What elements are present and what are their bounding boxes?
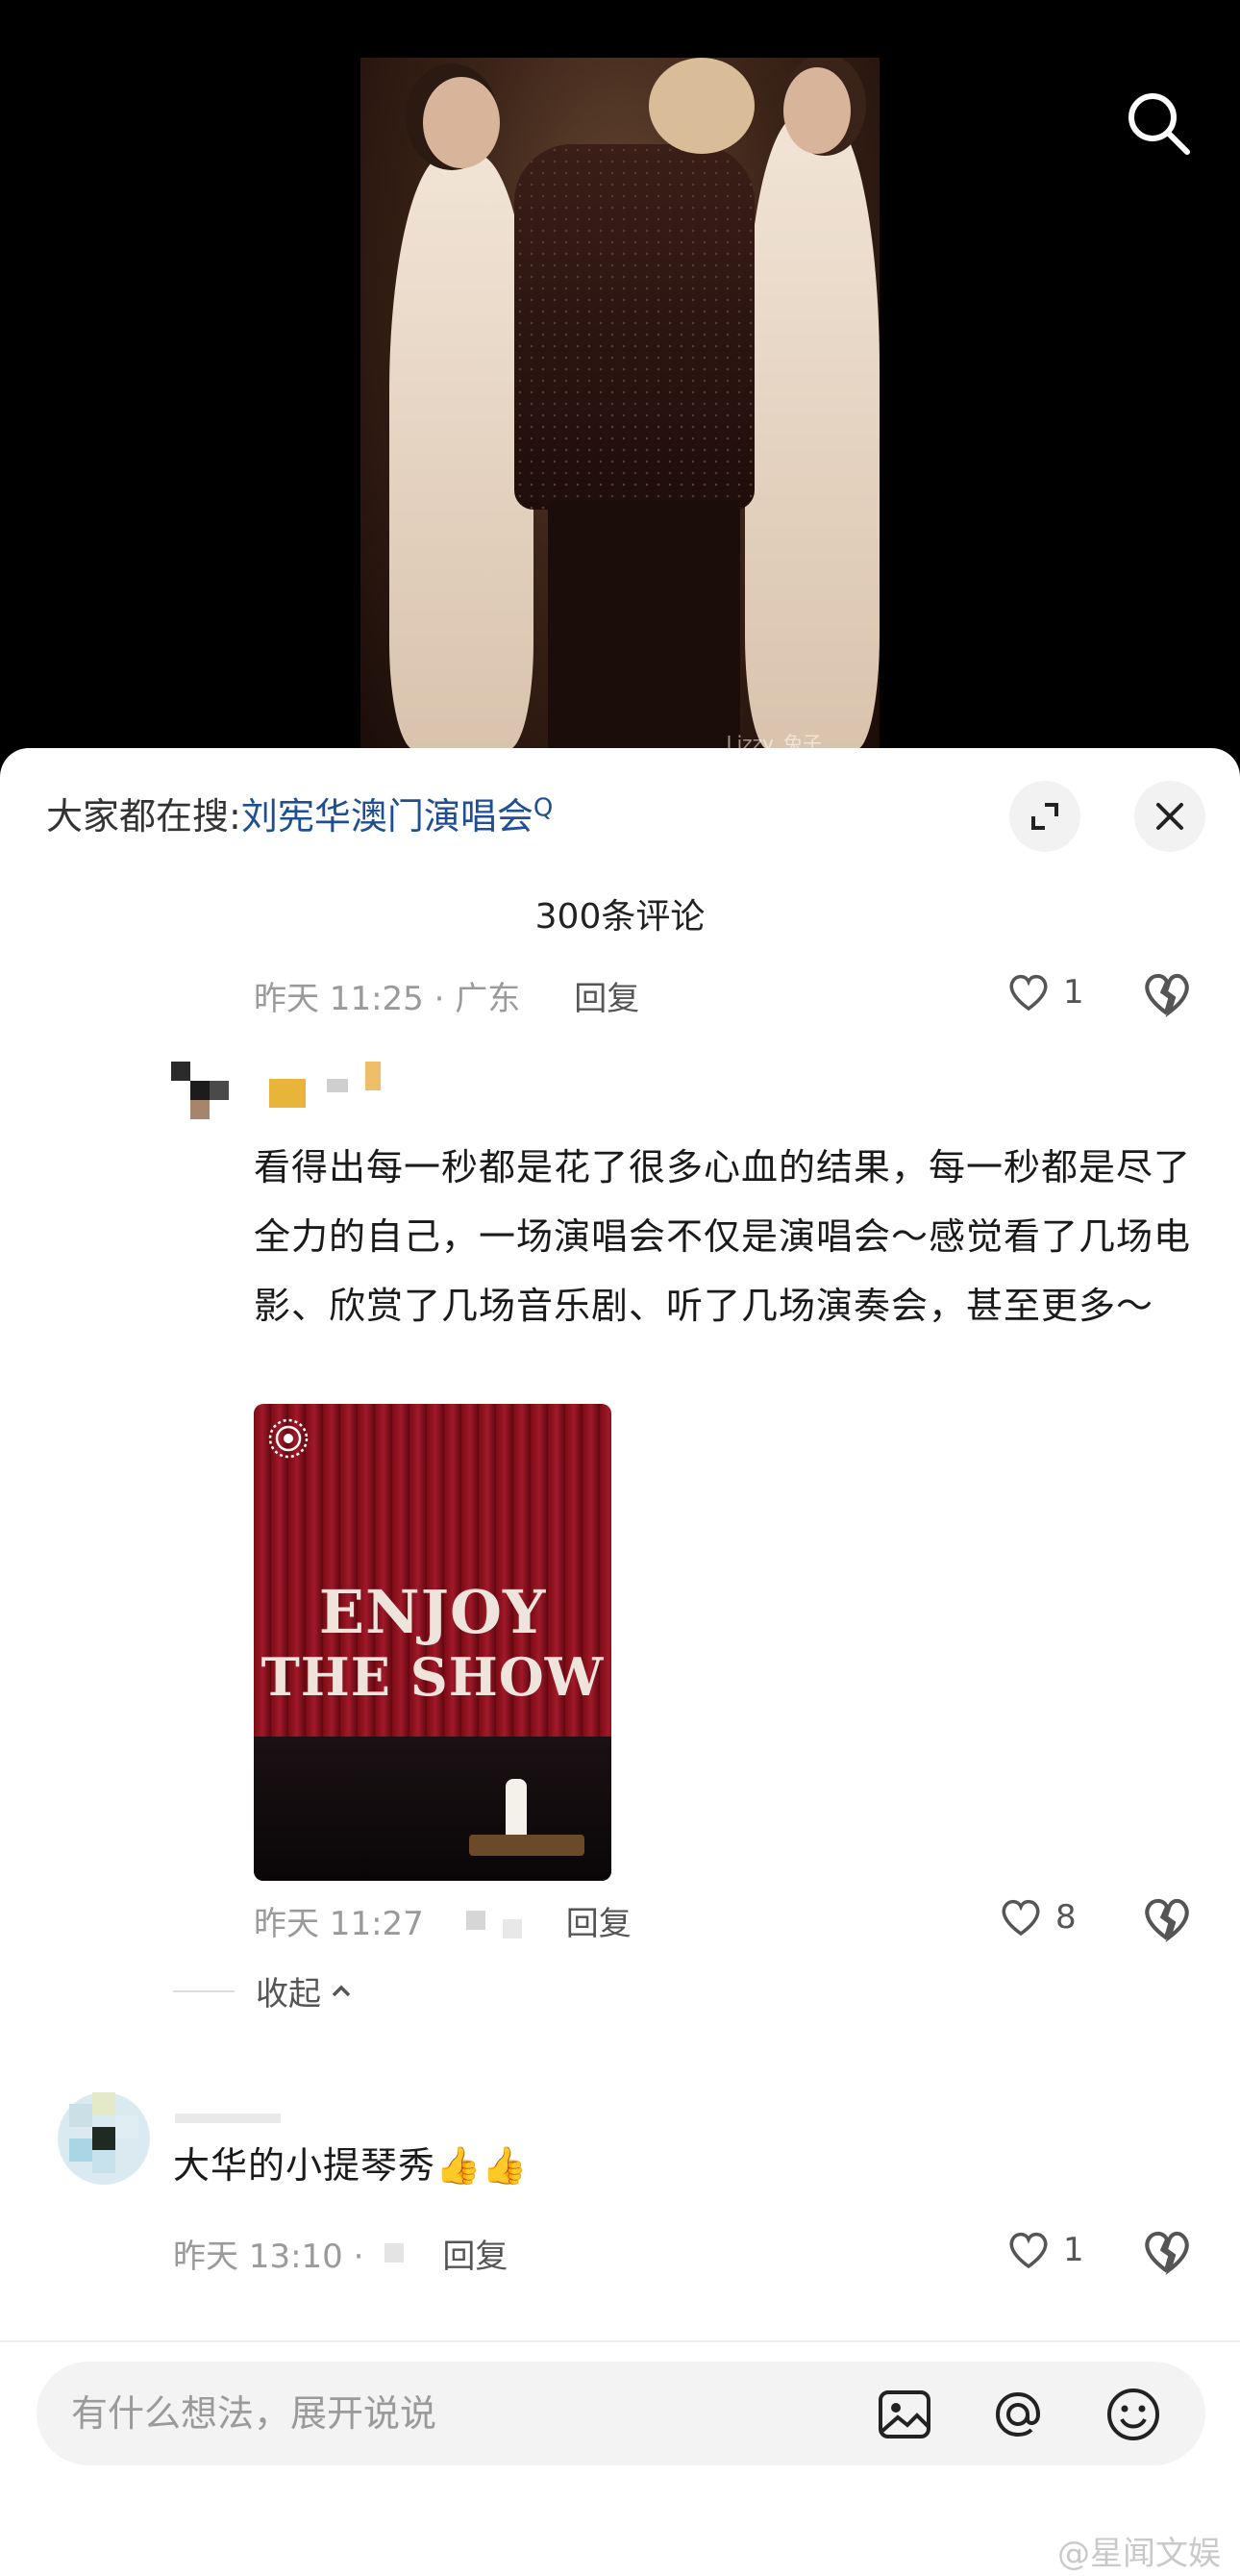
dancer-left — [389, 154, 533, 750]
hot-search-bar[interactable]: 大家都在搜:刘宪华澳门演唱会Q — [46, 787, 553, 839]
username-pixelated[interactable] — [175, 2113, 290, 2127]
heart-icon — [1009, 974, 1048, 1012]
comment-image[interactable]: ENJOY THE SHOW — [254, 1404, 611, 1881]
expand-icon — [1031, 803, 1058, 830]
broken-heart-icon — [1145, 1898, 1189, 1943]
like-count: 8 — [1055, 1898, 1077, 1937]
stage-floor — [254, 1737, 611, 1881]
image-caption-line2: THE SHOW — [260, 1646, 605, 1708]
search-icon — [1128, 93, 1190, 155]
page-watermark: @星闻文娱 — [1057, 2535, 1221, 2573]
reply-button[interactable]: 回复 — [574, 972, 639, 1019]
avatar[interactable] — [171, 1062, 231, 1121]
comment-input-box[interactable] — [37, 2362, 1205, 2465]
collapse-divider — [173, 1989, 235, 1992]
performer-jacket — [514, 144, 755, 510]
close-button[interactable] — [1134, 781, 1205, 852]
comment-text: 大华的小提琴秀👍👍 — [173, 2144, 529, 2187]
comment-count: 300条评论 — [534, 897, 706, 937]
video-frame[interactable]: Lizzy_兔子 — [360, 58, 880, 769]
reply-button[interactable]: 回复 — [442, 2230, 508, 2277]
collapse-label: 收起 — [256, 1975, 321, 2013]
performer-hair — [649, 58, 755, 154]
expand-button[interactable] — [1009, 781, 1080, 852]
like-button[interactable]: 8 — [998, 1894, 1077, 1940]
location-pixelated — [384, 2243, 405, 2263]
collapse-replies[interactable]: 收起 — [173, 1967, 356, 2014]
broken-heart-icon — [1145, 2231, 1189, 2276]
performer-trousers — [548, 500, 740, 769]
image-icon[interactable] — [875, 2385, 934, 2444]
reply-time: 昨天 11:27 — [254, 1904, 424, 1943]
bottom-divider — [0, 2340, 1240, 2342]
like-count: 1 — [1063, 2231, 1084, 2269]
dislike-button[interactable] — [1140, 967, 1194, 1021]
close-icon — [1156, 803, 1183, 830]
stage-piano — [469, 1835, 584, 1856]
dislike-button[interactable] — [1140, 2225, 1194, 2279]
username-pixelated[interactable] — [269, 1062, 384, 1110]
like-button[interactable]: 1 — [1005, 2227, 1084, 2273]
hot-search-link[interactable]: 刘宪华澳门演唱会 — [241, 795, 533, 838]
dancer-left-head — [423, 77, 500, 168]
image-caption-line1: ENJOY — [318, 1577, 547, 1647]
like-button[interactable]: 1 — [1005, 969, 1084, 1015]
location-pixelated — [502, 1919, 522, 1938]
dancer-right — [745, 115, 880, 750]
comment-time: 昨天 13:10 · — [173, 2237, 364, 2276]
avatar[interactable] — [58, 2092, 150, 2185]
heart-icon — [1009, 2232, 1048, 2269]
sheet-header: 大家都在搜:刘宪华澳门演唱会Q — [0, 748, 1240, 883]
dancer-right-head — [783, 67, 851, 154]
comment-sheet: 大家都在搜:刘宪华澳门演唱会Q 300条评论 昨天 11:25 · 广东 回复 … — [0, 748, 1240, 2576]
search-button[interactable] — [1120, 85, 1197, 162]
chevron-up-icon — [332, 1985, 351, 1996]
reply-meta-row: 昨天 11:27 回复 — [254, 1896, 632, 1944]
like-count: 1 — [1063, 973, 1084, 1012]
hot-search-label: 大家都在搜: — [46, 795, 241, 838]
heart-icon — [1002, 1899, 1040, 1937]
comment-text: 看得出每一秒都是花了很多心血的结果，每一秒都是尽了全力的自己，一场演唱会不仅是演… — [254, 1146, 1192, 1327]
location-pixelated — [465, 1911, 485, 1930]
broken-heart-icon — [1145, 973, 1189, 1018]
reply-time: 昨天 11:25 · 广东 — [254, 979, 521, 1018]
at-icon[interactable] — [988, 2385, 1048, 2444]
comment-input[interactable] — [71, 2362, 821, 2465]
emoji-icon[interactable] — [1104, 2385, 1163, 2444]
search-small-icon: Q — [533, 793, 554, 823]
comment-meta-row: 昨天 13:10 · 回复 — [173, 2229, 508, 2277]
live-photo-icon — [268, 1418, 309, 1459]
reply-button[interactable]: 回复 — [566, 1897, 632, 1944]
reply-meta-row: 昨天 11:25 · 广东 回复 — [254, 971, 639, 1019]
video-player[interactable]: Lizzy_兔子 — [0, 0, 1240, 769]
dislike-button[interactable] — [1140, 1892, 1194, 1946]
